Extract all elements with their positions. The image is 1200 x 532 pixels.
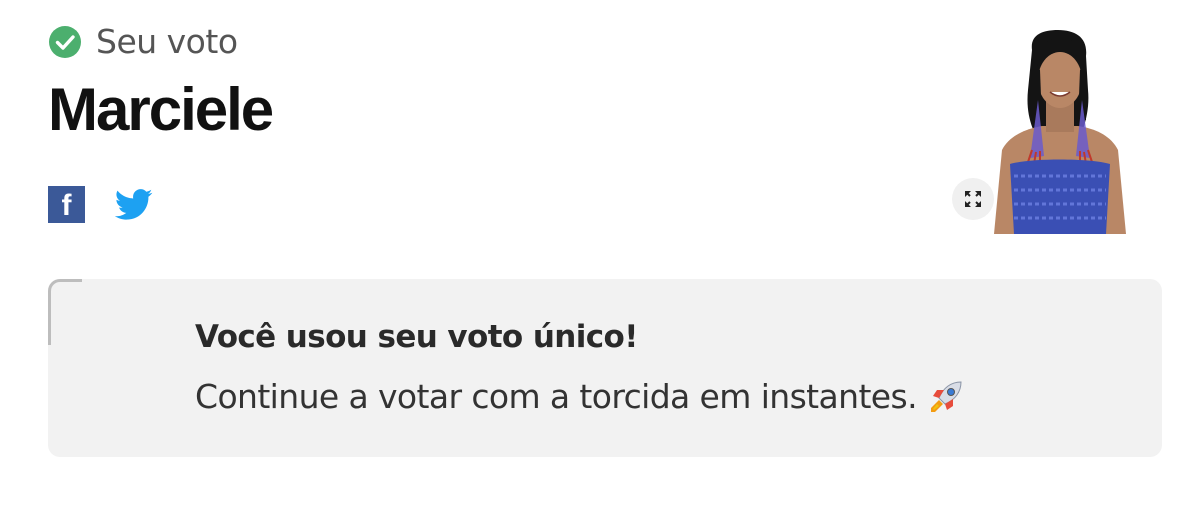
facebook-icon[interactable]: f (48, 186, 85, 223)
expand-photo-button[interactable] (952, 178, 994, 220)
vote-notice-box: Você usou seu voto único! Continue a vot… (48, 279, 1162, 457)
notice-message: Continue a votar com a torcida em instan… (195, 377, 918, 416)
expand-icon (965, 191, 981, 207)
rocket-icon (930, 381, 962, 412)
candidate-photo (994, 30, 1126, 234)
twitter-icon[interactable] (115, 188, 153, 222)
candidate-name: Marciele (48, 76, 274, 143)
candidate-photo-area (952, 30, 1142, 234)
facebook-glyph: f (61, 189, 72, 222)
vote-status-label: Seu voto (96, 22, 238, 61)
vote-status: Seu voto (48, 22, 238, 62)
notice-message-row: Continue a votar com a torcida em instan… (195, 375, 965, 419)
notice-accent-border (48, 279, 82, 345)
share-buttons: f (48, 186, 153, 223)
notice-title: Você usou seu voto único! (195, 319, 638, 355)
check-circle-icon (49, 26, 81, 58)
